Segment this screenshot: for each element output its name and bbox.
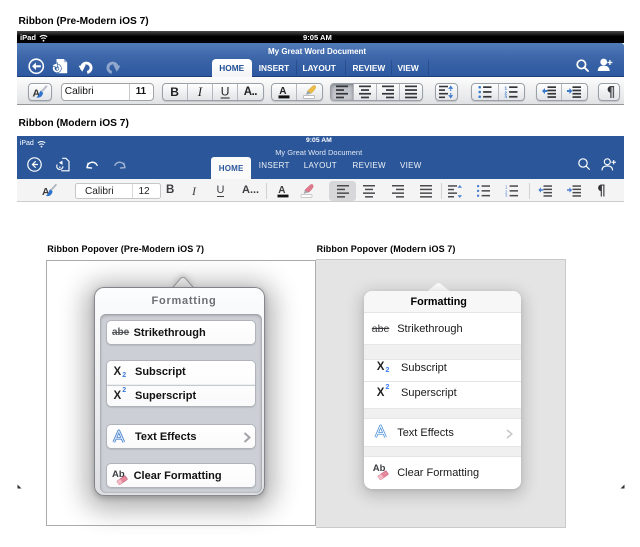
svg-text:A: A: [278, 185, 285, 196]
svg-text:3: 3: [505, 193, 508, 196]
svg-text:A: A: [280, 86, 287, 97]
svg-text:3: 3: [505, 94, 508, 97]
